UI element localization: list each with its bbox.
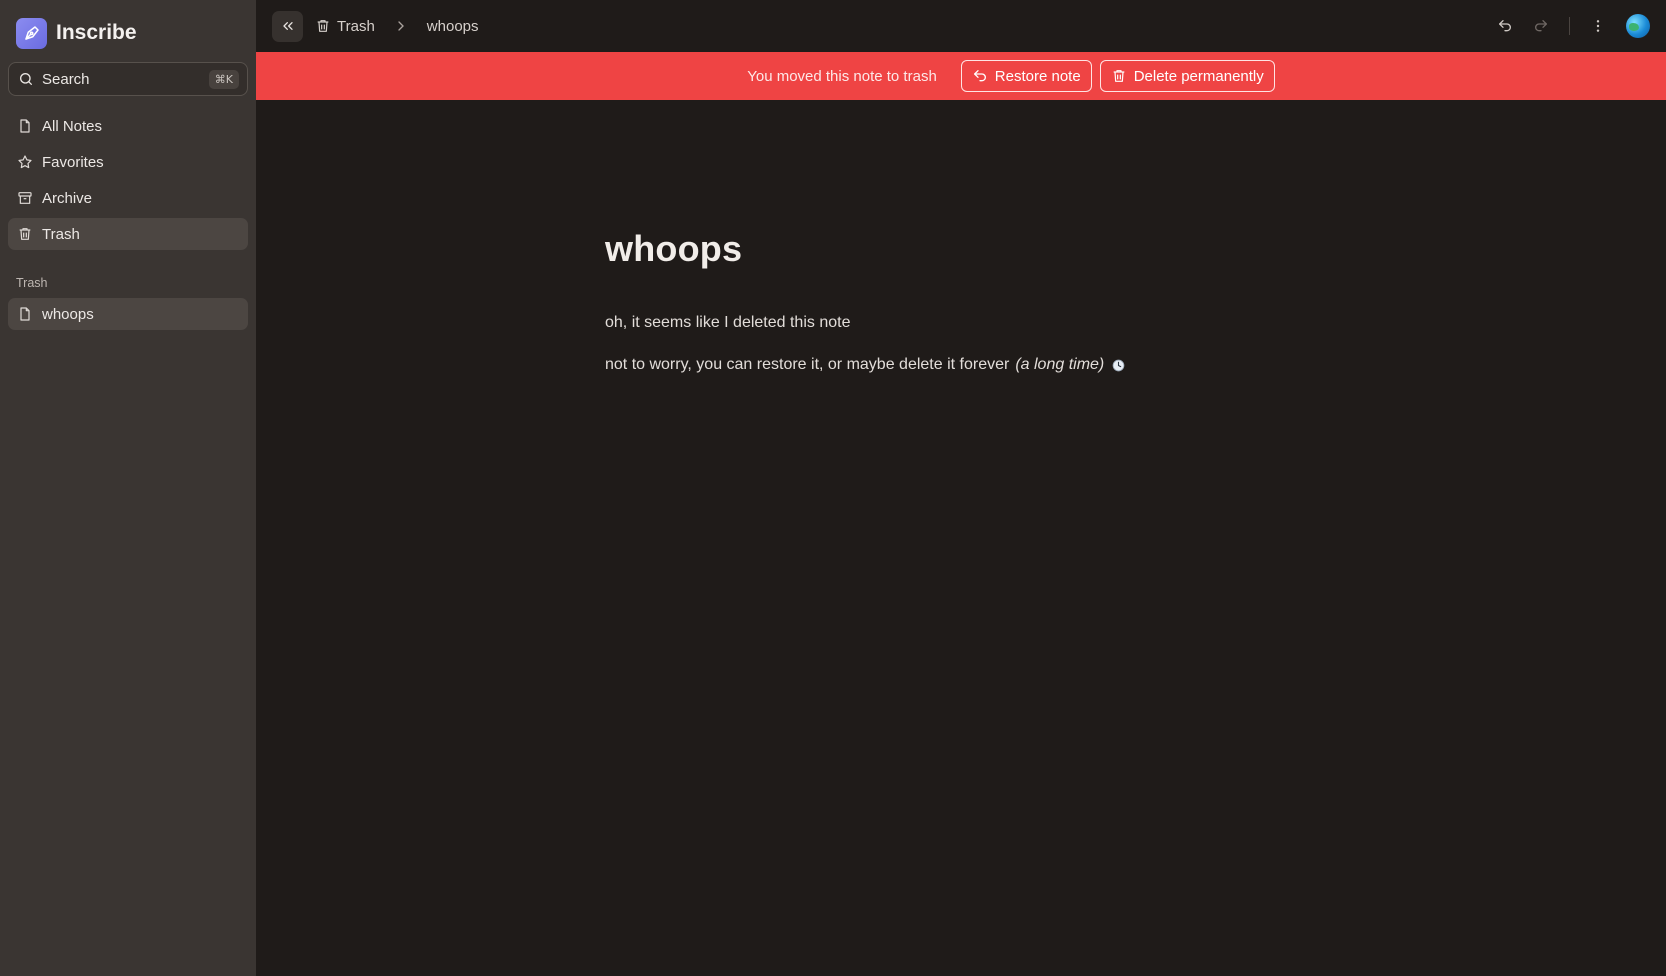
restore-icon	[972, 68, 988, 84]
redo-icon	[1533, 18, 1549, 34]
topbar: Trash whoops	[256, 0, 1666, 52]
sidebar-nav: All Notes Favorites Archive Trash	[8, 110, 248, 250]
toolbar-divider	[1569, 17, 1570, 35]
sidebar-item-label: All Notes	[42, 117, 103, 135]
sidebar-item-trash[interactable]: Trash	[8, 218, 248, 250]
sidebar-item-label: Archive	[42, 189, 93, 207]
archive-icon	[17, 190, 33, 206]
restore-note-button[interactable]: Restore note	[960, 60, 1092, 92]
app-logo-icon	[16, 17, 47, 49]
note-paragraph[interactable]: oh, it seems like I deleted this note	[605, 314, 1505, 332]
note-paragraph-italic: (a long time)	[1015, 356, 1105, 373]
sidebar: Inscribe Search ⌘K All Notes Favorites A…	[0, 0, 256, 976]
file-icon	[17, 306, 33, 322]
chevrons-left-icon	[280, 18, 296, 34]
banner-message: You moved this note to trash	[747, 67, 937, 85]
file-icon	[17, 118, 33, 134]
clock-icon	[1112, 359, 1125, 372]
topbar-actions	[1487, 10, 1650, 42]
sidebar-item-archive[interactable]: Archive	[8, 182, 248, 214]
trash-icon	[315, 18, 331, 34]
note-title[interactable]: whoops	[605, 228, 1505, 270]
sidebar-item-all-notes[interactable]: All Notes	[8, 110, 248, 142]
sidebar-item-label: Favorites	[42, 153, 104, 171]
delete-permanently-label: Delete permanently	[1133, 67, 1264, 85]
more-vertical-icon	[1590, 18, 1606, 34]
trash-icon	[1111, 68, 1127, 84]
more-options-button[interactable]	[1580, 10, 1616, 42]
avatar[interactable]	[1626, 14, 1650, 38]
search-shortcut: ⌘K	[208, 69, 239, 89]
redo-button[interactable]	[1523, 10, 1559, 42]
undo-icon	[1497, 18, 1513, 34]
undo-button[interactable]	[1487, 10, 1523, 42]
main-panel: Trash whoops You moved this note to tras…	[256, 0, 1666, 976]
delete-permanently-button[interactable]: Delete permanently	[1099, 60, 1275, 92]
restore-note-label: Restore note	[994, 67, 1081, 85]
search-button[interactable]: Search ⌘K	[8, 62, 248, 96]
trash-banner: You moved this note to trash Restore not…	[256, 52, 1666, 100]
brand[interactable]: Inscribe	[8, 14, 248, 50]
star-icon	[17, 154, 33, 170]
note-paragraph-text: not to worry, you can restore it, or may…	[605, 356, 1010, 373]
trash-icon	[17, 226, 33, 242]
sidebar-item-favorites[interactable]: Favorites	[8, 146, 248, 178]
section-label-trash: Trash	[16, 276, 48, 290]
search-icon	[18, 71, 34, 87]
chevron-right-icon	[393, 18, 409, 34]
sidebar-item-label: Trash	[42, 225, 80, 243]
search-label: Search	[42, 70, 90, 88]
sidebar-note-whoops[interactable]: whoops	[8, 298, 248, 330]
breadcrumb-parent[interactable]: Trash	[337, 18, 375, 35]
breadcrumb-current: whoops	[426, 17, 479, 35]
sidebar-note-label: whoops	[42, 305, 94, 323]
collapse-sidebar-button[interactable]	[272, 10, 303, 42]
app-name: Inscribe	[56, 21, 137, 44]
breadcrumb: Trash whoops	[315, 18, 479, 35]
note-editor[interactable]: whoops oh, it seems like I deleted this …	[605, 228, 1505, 374]
note-paragraph[interactable]: not to worry, you can restore it, or may…	[605, 356, 1505, 374]
